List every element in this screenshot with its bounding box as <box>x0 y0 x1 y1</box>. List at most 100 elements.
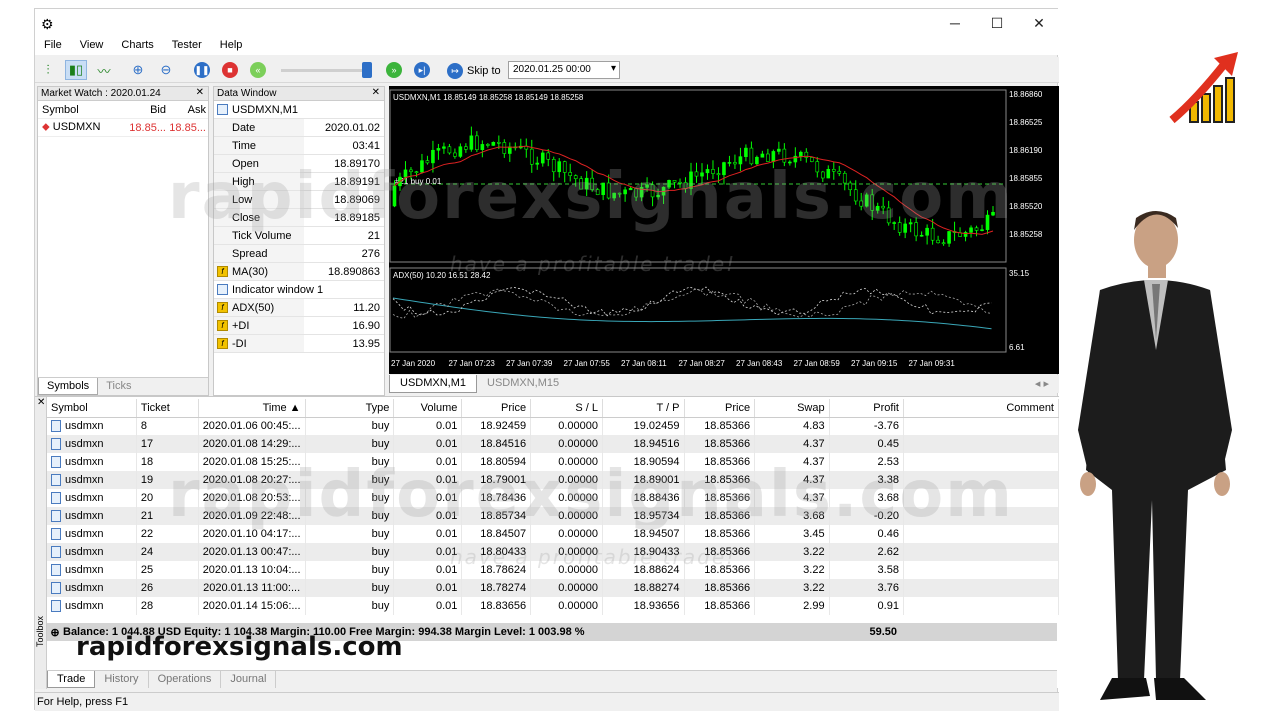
speed-slider-thumb[interactable] <box>362 62 372 78</box>
time-tick-label: 27 Jan 07:39 <box>506 359 553 368</box>
data-key: +DI <box>232 319 250 332</box>
minimize-button[interactable]: ─ <box>935 13 975 33</box>
col-type[interactable]: Type <box>305 399 395 418</box>
tab-operations[interactable]: Operations <box>149 671 222 688</box>
col-comment[interactable]: Comment <box>903 399 1060 418</box>
candle-body <box>908 222 913 225</box>
calendar-dropdown-icon[interactable]: ▾ <box>611 63 616 74</box>
menu-charts[interactable]: Charts <box>112 37 162 55</box>
candle-body <box>815 161 820 173</box>
order-row[interactable]: usdmxn 22 2020.01.10 04:17:... buy 0.01 18.84… <box>47 525 1060 543</box>
line-chart-icon[interactable]: 〰 <box>93 60 115 80</box>
close-button[interactable]: ✕ <box>1019 13 1059 33</box>
tab-chart-m15[interactable]: USDMXN,M15 <box>477 375 569 393</box>
order-row[interactable]: usdmxn 26 2020.01.13 11:00:... buy 0.01 18.78… <box>47 579 1060 597</box>
candle-body <box>431 149 435 164</box>
order-icon <box>51 474 61 487</box>
close-icon[interactable]: ✕ <box>37 397 45 408</box>
menu-tester[interactable]: Tester <box>163 37 211 55</box>
order-cell: 0.91 <box>829 597 904 615</box>
order-cell: 24 <box>136 543 199 561</box>
tab-chart-m1[interactable]: USDMXN,M1 <box>389 375 478 393</box>
col-price[interactable]: Price <box>461 399 532 418</box>
candle-body <box>925 227 929 236</box>
col-time[interactable]: Time ▲ <box>198 399 306 418</box>
market-watch-row[interactable]: ⬥ USDMXN 18.85... 18.85... <box>38 119 208 137</box>
tab-symbols[interactable]: Symbols <box>38 378 99 395</box>
skip-to-button[interactable]: ↦ Skip to <box>447 61 501 81</box>
candle-body <box>903 223 907 233</box>
order-row[interactable]: usdmxn 21 2020.01.09 22:48:... buy 0.01 18.85… <box>47 507 1060 525</box>
col-current-price[interactable]: Price <box>684 399 756 418</box>
tab-journal[interactable]: Journal <box>221 671 277 688</box>
order-row[interactable]: usdmxn 25 2020.01.13 10:04:... buy 0.01 18.78… <box>47 561 1060 579</box>
price-tick-label: 18.86190 <box>1009 146 1043 155</box>
order-row[interactable]: usdmxn 19 2020.01.08 20:27:... buy 0.01 18.79… <box>47 471 1060 489</box>
order-icon <box>51 600 61 613</box>
order-cell: 3.22 <box>754 579 830 597</box>
order-icon <box>51 420 61 433</box>
bar-chart-icon[interactable]: ⫶ <box>37 60 59 80</box>
order-icon <box>51 564 61 577</box>
order-comment <box>903 471 1060 489</box>
next-bar-button[interactable]: ▸| <box>411 60 433 80</box>
stop-button[interactable]: ■ <box>219 60 241 80</box>
candle-body <box>486 144 490 146</box>
col-bid[interactable]: Bid <box>122 104 166 116</box>
tab-history[interactable]: History <box>95 671 149 688</box>
order-row[interactable]: usdmxn 20 2020.01.08 20:53:... buy 0.01 18.78… <box>47 489 1060 507</box>
close-icon[interactable]: ✕ <box>196 87 204 98</box>
order-icon <box>51 582 61 595</box>
menu-view[interactable]: View <box>71 37 113 55</box>
candle-body <box>458 146 463 157</box>
tab-ticks[interactable]: Ticks <box>98 378 139 395</box>
menu-help[interactable]: Help <box>211 37 252 55</box>
order-cell: 2020.01.10 04:17:... <box>198 525 306 543</box>
col-symbol[interactable]: Symbol <box>47 399 137 418</box>
speed-slider-track[interactable] <box>281 69 371 72</box>
fast-forward-button[interactable]: » <box>383 60 405 80</box>
order-row[interactable]: usdmxn 28 2020.01.14 15:06:... buy 0.01 18.83… <box>47 597 1060 615</box>
zoom-out-icon[interactable]: ⊖ <box>155 60 177 80</box>
data-window-row: Low 18.89069 <box>214 191 384 209</box>
expand-icon[interactable]: ⊕ <box>47 626 63 639</box>
col-volume[interactable]: Volume <box>393 399 463 418</box>
candlestick-icon[interactable]: ▮▯ <box>65 60 87 80</box>
data-key: Time <box>214 137 304 154</box>
skip-date-input[interactable]: 2020.01.25 00:00 ▾ <box>508 61 620 79</box>
order-comment <box>903 453 1060 471</box>
candle-body <box>562 161 567 173</box>
order-cell: 18.84516 <box>461 435 532 453</box>
col-symbol[interactable]: Symbol <box>38 104 122 116</box>
col-tp[interactable]: T / P <box>602 399 685 418</box>
close-icon[interactable]: ✕ <box>372 87 380 98</box>
tab-trade[interactable]: Trade <box>47 671 96 688</box>
order-row[interactable]: usdmxn 17 2020.01.08 14:29:... buy 0.01 18.84… <box>47 435 1060 453</box>
col-profit[interactable]: Profit <box>829 399 904 418</box>
menu-file[interactable]: File <box>35 37 71 55</box>
data-window-header: Data Window ✕ <box>214 87 384 101</box>
order-row[interactable]: usdmxn 8 2020.01.06 00:45:... buy 0.01 18.924… <box>47 417 1060 435</box>
candle-body <box>837 170 842 174</box>
pause-button[interactable]: ❚❚ <box>191 60 213 80</box>
rewind-button[interactable]: « <box>247 60 269 80</box>
order-cell: buy <box>305 597 395 615</box>
col-ask[interactable]: Ask <box>166 104 206 116</box>
maximize-button[interactable]: ☐ <box>977 13 1017 33</box>
chart-tab-scroll-icon[interactable]: ◂ ▸ <box>1025 375 1059 393</box>
order-row[interactable]: usdmxn 18 2020.01.08 15:25:... buy 0.01 18.80… <box>47 453 1060 471</box>
order-row[interactable]: usdmxn 24 2020.01.13 00:47:... buy 0.01 18.80… <box>47 543 1060 561</box>
menu-bar: File View Charts Tester Help <box>35 37 1059 55</box>
chart-canvas[interactable]: 18.86860 18.86525 18.86190 18.85855 18.85520… <box>389 86 1059 374</box>
col-sl[interactable]: S / L <box>530 399 603 418</box>
order-cell: 4.83 <box>754 417 830 435</box>
chart-header: USDMXN,M1 18.85149 18.85258 18.85149 18.… <box>393 93 584 102</box>
price-chart[interactable]: 18.86860 18.86525 18.86190 18.85855 18.85520… <box>389 86 1059 374</box>
zoom-in-icon[interactable]: ⊕ <box>127 60 149 80</box>
data-value: 18.89069 <box>334 193 380 206</box>
order-cell: 20 <box>136 489 199 507</box>
terminal-window: ⚙ ─ ☐ ✕ File View Charts Tester Help ⫶ ▮… <box>34 8 1060 711</box>
candle-body <box>694 171 699 177</box>
col-swap[interactable]: Swap <box>754 399 830 418</box>
col-ticket[interactable]: Ticket <box>136 399 199 418</box>
